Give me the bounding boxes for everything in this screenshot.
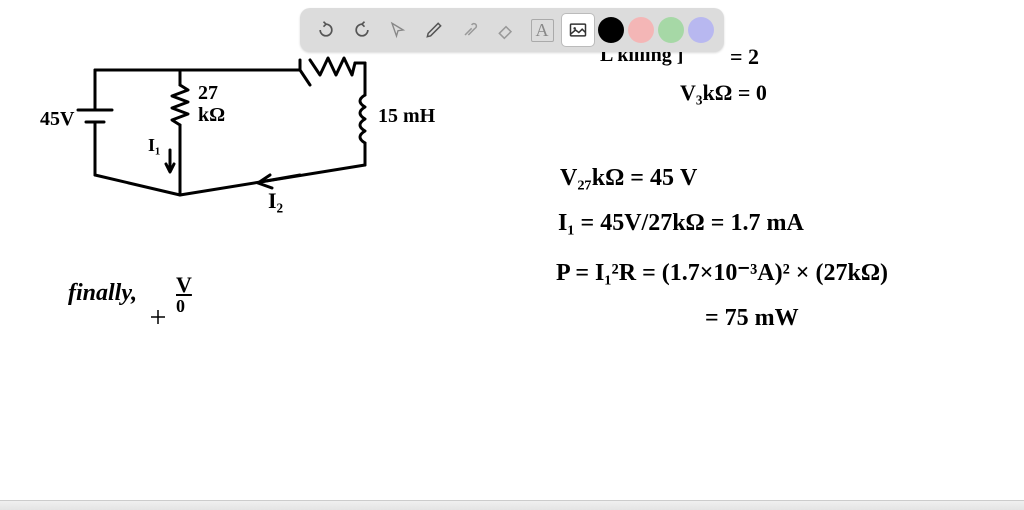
eraser-icon <box>496 20 516 40</box>
pointer-button[interactable] <box>382 14 414 46</box>
image-icon <box>568 20 588 40</box>
label-r27-value: 27 <box>198 82 218 105</box>
redo-button[interactable] <box>346 14 378 46</box>
label-top-rhs: = 2 <box>730 44 759 70</box>
label-v27k: V₂₇kΩ = 45 V <box>560 165 697 192</box>
undo-icon <box>316 20 336 40</box>
image-button[interactable] <box>562 14 594 46</box>
label-i1: I₁ <box>148 135 160 156</box>
whiteboard-canvas[interactable] <box>0 0 1024 510</box>
color-pink[interactable] <box>628 17 654 43</box>
text-icon: A <box>531 19 554 42</box>
label-p-result: = 75 mW <box>705 305 799 332</box>
label-i2: I₂ <box>268 188 283 214</box>
undo-button[interactable] <box>310 14 342 46</box>
color-black[interactable] <box>598 17 624 43</box>
label-inductor: 15 mH <box>378 105 435 128</box>
color-green[interactable] <box>658 17 684 43</box>
label-v-denom: 0 <box>176 296 185 317</box>
label-r27-unit: kΩ <box>198 104 225 127</box>
eraser-button[interactable] <box>490 14 522 46</box>
label-v-numer: V <box>176 272 192 298</box>
color-purple[interactable] <box>688 17 714 43</box>
pen-icon <box>424 20 444 40</box>
text-button[interactable]: A <box>526 14 558 46</box>
pen-button[interactable] <box>418 14 450 46</box>
pointer-icon <box>389 21 407 39</box>
label-p-eq: P = I₁²R = (1.7×10⁻³A)² × (27kΩ) <box>556 258 888 287</box>
tools-button[interactable] <box>454 14 486 46</box>
label-i1-eq: I₁ = 45V/27kΩ = 1.7 mA <box>558 210 804 237</box>
redo-icon <box>352 20 372 40</box>
label-voltage-source: 45V <box>40 108 74 131</box>
tools-icon <box>460 20 480 40</box>
label-v3k: V₃kΩ = 0 <box>680 80 767 106</box>
bottom-scrollbar[interactable] <box>0 500 1024 510</box>
label-finally: finally, <box>68 280 137 307</box>
drawing-toolbar: A <box>300 8 724 52</box>
